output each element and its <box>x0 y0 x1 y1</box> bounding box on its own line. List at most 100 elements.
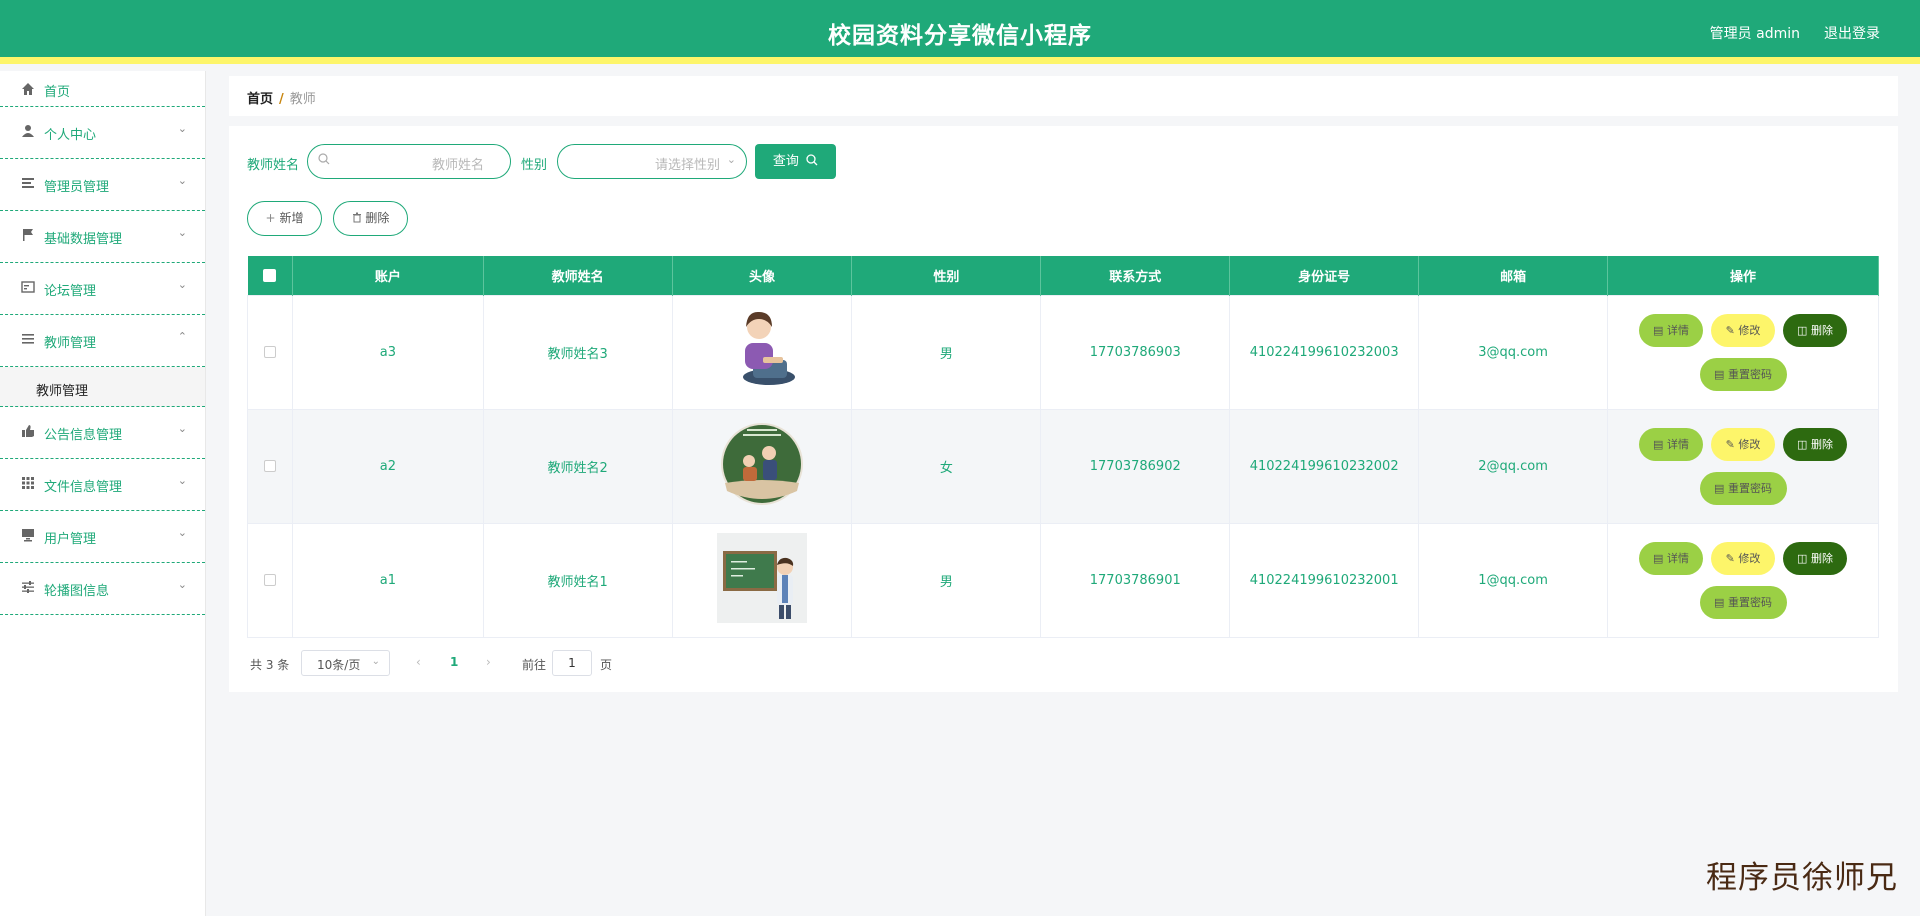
batch-delete-button[interactable]: 删除 <box>333 201 408 236</box>
sidebar-item-teacher[interactable]: 教师管理 ⌃ <box>0 315 205 367</box>
account-cell: a2 <box>291 408 484 524</box>
delete-button[interactable]: ◫ 删除 <box>1783 313 1847 347</box>
reset-password-label: 重置密码 <box>1727 595 1772 609</box>
thumb-icon <box>21 424 35 438</box>
sidebar-item-label: 基础数据管理 <box>44 232 123 247</box>
delete-button[interactable]: ◫ 删除 <box>1783 427 1847 461</box>
trash-icon <box>352 212 361 223</box>
sidebar-item-label: 首页 <box>44 85 71 100</box>
goto-page-input[interactable]: 1 <box>552 650 592 676</box>
select-all-checkbox[interactable] <box>263 268 277 282</box>
list-icon <box>21 176 35 190</box>
gender-cell: 男 <box>851 294 1042 410</box>
select-all-cell <box>247 256 293 295</box>
prev-page-icon[interactable]: ‹ <box>416 655 421 669</box>
edit-button[interactable]: ✎ 修改 <box>1711 427 1775 461</box>
column-header[interactable]: 联系方式 <box>1040 256 1231 295</box>
row-checkbox[interactable] <box>263 346 276 358</box>
sidebar: 首页 个人中心 ⌄ 管理员管理 ⌄ 基础数据管理 ⌄ 论坛管理 ⌄ 教师管理 ⌃ <box>0 71 206 916</box>
sidebar-item-label: 管理员管理 <box>44 180 110 195</box>
query-button[interactable]: 查询 <box>755 144 836 179</box>
column-header[interactable]: 头像 <box>672 256 853 295</box>
sidebar-item-label: 教师管理 <box>44 336 97 351</box>
reset-password-label: 重置密码 <box>1727 481 1772 495</box>
watermark: 程序员徐师兄 <box>1706 860 1898 896</box>
goto-label: 前往 <box>522 658 547 672</box>
account-cell: a1 <box>291 522 484 638</box>
add-button-label: 新增 <box>279 211 304 225</box>
sidebar-item-basedata[interactable]: 基础数据管理 ⌄ <box>0 211 205 263</box>
detail-button[interactable]: ▤ 详情 <box>1639 313 1703 347</box>
edit-button[interactable]: ✎ 修改 <box>1711 313 1775 347</box>
sidebar-subitem-label: 教师管理 <box>36 384 89 399</box>
current-user: 管理员 admin <box>1709 26 1800 42</box>
email-cell: 2@qq.com <box>1418 408 1609 524</box>
sidebar-item-label: 用户管理 <box>44 532 97 547</box>
breadcrumb-separator: / <box>279 92 284 107</box>
sidebar-item-profile[interactable]: 个人中心 ⌄ <box>0 107 205 159</box>
home-icon <box>21 82 35 96</box>
column-header[interactable]: 账户 <box>292 256 484 295</box>
column-header[interactable]: 操作 <box>1607 256 1879 295</box>
account-cell: a3 <box>291 294 484 410</box>
chevron-down-icon: ⌄ <box>177 526 187 539</box>
teacher-name-label: 教师姓名 <box>247 158 300 173</box>
pencil-icon: ✎ <box>1725 437 1735 451</box>
edit-label: 修改 <box>1738 323 1761 337</box>
row-checkbox[interactable] <box>263 460 276 472</box>
gender-select[interactable]: 请选择性别 ⌄ <box>557 144 747 179</box>
file-icon: ▤ <box>1653 437 1664 451</box>
edit-button[interactable]: ✎ 修改 <box>1711 541 1775 575</box>
teacher-name-input[interactable]: 教师姓名 <box>307 144 511 179</box>
gender-cell: 男 <box>851 522 1042 638</box>
phone-cell: 17703786901 <box>1040 522 1231 638</box>
plus-icon: + <box>265 211 276 225</box>
file-icon: ▤ <box>1714 481 1725 495</box>
sidebar-item-users[interactable]: 用户管理 ⌄ <box>0 511 205 563</box>
next-page-icon[interactable]: › <box>486 655 491 669</box>
card-icon <box>21 280 35 294</box>
sidebar-item-files[interactable]: 文件信息管理 ⌄ <box>0 459 205 511</box>
table-header-row: 账户 教师姓名 头像 性别 联系方式 身份证号 邮箱 操作 <box>247 256 1879 295</box>
sidebar-item-forum[interactable]: 论坛管理 ⌄ <box>0 263 205 315</box>
sidebar-item-carousel[interactable]: 轮播图信息 ⌄ <box>0 563 205 615</box>
sidebar-item-notice[interactable]: 公告信息管理 ⌄ <box>0 407 205 459</box>
detail-label: 详情 <box>1666 437 1689 451</box>
avatar[interactable] <box>717 419 807 509</box>
detail-button[interactable]: ▤ 详情 <box>1639 427 1703 461</box>
detail-label: 详情 <box>1666 323 1689 337</box>
delete-label: 删除 <box>1810 437 1833 451</box>
avatar[interactable] <box>717 305 808 395</box>
phone-cell: 17703786902 <box>1040 408 1231 524</box>
add-button[interactable]: + 新增 <box>247 201 322 236</box>
sidebar-item-home[interactable]: 首页 <box>0 71 205 107</box>
gender-placeholder: 请选择性别 <box>654 158 720 173</box>
column-header[interactable]: 邮箱 <box>1418 256 1609 295</box>
reset-password-button[interactable]: ▤ 重置密码 <box>1699 585 1787 619</box>
query-button-label: 查询 <box>772 154 799 169</box>
idcard-cell: 410224199610232002 <box>1229 408 1420 524</box>
gender-cell: 女 <box>851 408 1042 524</box>
delete-button[interactable]: ◫ 删除 <box>1783 541 1847 575</box>
idcard-cell: 410224199610232003 <box>1229 294 1420 410</box>
breadcrumb-home[interactable]: 首页 <box>247 92 273 107</box>
edit-label: 修改 <box>1738 551 1761 565</box>
column-header[interactable]: 身份证号 <box>1229 256 1420 295</box>
trash-icon: ◫ <box>1797 551 1808 565</box>
column-header[interactable]: 教师姓名 <box>483 256 673 295</box>
row-checkbox[interactable] <box>263 574 276 586</box>
idcard-cell: 410224199610232001 <box>1229 522 1420 638</box>
detail-button[interactable]: ▤ 详情 <box>1639 541 1703 575</box>
sidebar-subitem-teacher[interactable]: 教师管理 <box>0 367 205 407</box>
trash-icon: ◫ <box>1797 323 1808 337</box>
chevron-down-icon: ⌄ <box>726 153 736 166</box>
logout-link[interactable]: 退出登录 <box>1824 23 1880 43</box>
sidebar-item-admin[interactable]: 管理员管理 ⌄ <box>0 159 205 211</box>
pencil-icon: ✎ <box>1725 551 1735 565</box>
page-size-select[interactable]: 10条/页 ⌄ <box>301 650 390 676</box>
column-header[interactable]: 性别 <box>851 256 1042 295</box>
reset-password-button[interactable]: ▤ 重置密码 <box>1699 471 1787 505</box>
reset-password-button[interactable]: ▤ 重置密码 <box>1699 357 1787 391</box>
avatar[interactable] <box>717 533 808 623</box>
page-number[interactable]: 1 <box>450 655 458 669</box>
